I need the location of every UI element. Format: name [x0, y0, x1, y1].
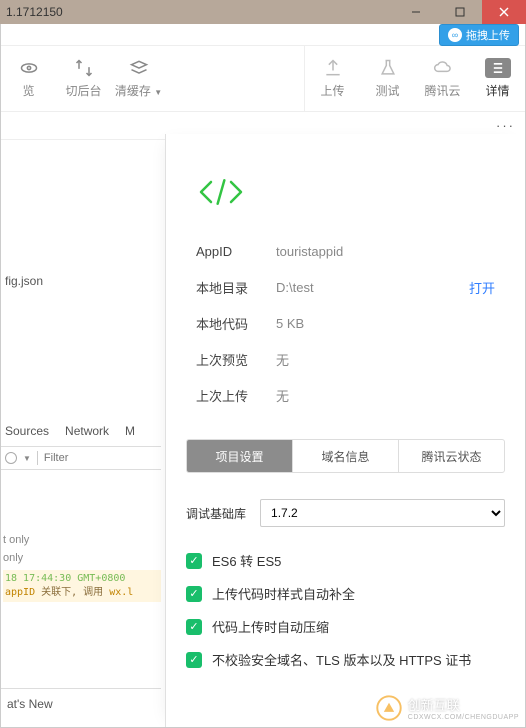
- base-library-row: 调试基础库 1.7.2: [166, 473, 525, 527]
- check-icon: ✓: [186, 586, 202, 602]
- file-item[interactable]: fig.json: [5, 274, 161, 288]
- meta-row-appid: AppID touristappid: [196, 233, 495, 269]
- option-auto-compress[interactable]: ✓代码上传时自动压缩: [186, 617, 505, 636]
- console-output: t only only 18 17:44:30 GMT+0800 appID 关…: [1, 534, 161, 602]
- chevron-down-icon[interactable]: ▼: [23, 454, 31, 463]
- tab-domain-info[interactable]: 域名信息: [293, 440, 399, 472]
- devtools-tabs: Sources Network M: [1, 424, 161, 438]
- overflow-icon[interactable]: ···: [496, 118, 515, 133]
- console-toolbar: ▼: [1, 446, 161, 470]
- meta-row-lastpreview: 上次预览 无: [196, 341, 495, 377]
- option-es6[interactable]: ✓ES6 转 ES5: [186, 551, 505, 570]
- tab-sources[interactable]: Sources: [5, 424, 49, 438]
- check-icon: ✓: [186, 619, 202, 635]
- upload-icon: [323, 58, 343, 78]
- drag-upload-label: 拖拽上传: [466, 27, 510, 43]
- window-title: 1.1712150: [6, 5, 63, 19]
- project-options: ✓ES6 转 ES5 ✓上传代码时样式自动补全 ✓代码上传时自动压缩 ✓不校验安…: [166, 527, 525, 693]
- check-icon: ✓: [186, 652, 202, 668]
- toolbar-tencent-cloud[interactable]: 腾讯云: [415, 46, 470, 111]
- cloud-icon: [433, 58, 453, 78]
- toolbar-background[interactable]: 切后台: [56, 46, 111, 111]
- separator: [37, 451, 38, 465]
- project-meta: AppID touristappid 本地目录 D:\test 打开 本地代码 …: [166, 223, 525, 423]
- console-line: only: [3, 552, 161, 564]
- watermark-brand: 创新互联: [408, 695, 519, 714]
- watermark-sub: CDXWCX.COM/CHENGDUAPP: [408, 714, 519, 721]
- chevron-down-icon: ▼: [154, 88, 162, 97]
- watermark: 创新互联 CDXWCX.COM/CHENGDUAPP: [376, 695, 519, 721]
- filter-input[interactable]: [44, 452, 134, 464]
- meta-row-localcode: 本地代码 5 KB: [196, 305, 495, 341]
- main-toolbar: 览 切后台 清缓存 ▼ 上传 测试 腾讯云: [1, 46, 525, 112]
- tab-cloud-status[interactable]: 腾讯云状态: [399, 440, 504, 472]
- drag-upload-button[interactable]: ∞ 拖拽上传: [439, 24, 519, 46]
- cloud-icon: ∞: [448, 28, 462, 42]
- flask-icon: [378, 58, 398, 78]
- menu-icon: [485, 58, 511, 78]
- open-folder-link[interactable]: 打开: [469, 278, 495, 297]
- eye-icon: [19, 58, 39, 78]
- title-bar: 1.1712150: [0, 0, 526, 24]
- tab-project-settings[interactable]: 项目设置: [187, 440, 293, 472]
- check-icon: ✓: [186, 553, 202, 569]
- layers-icon: [129, 58, 149, 78]
- toolbar-clear-cache[interactable]: 清缓存 ▼: [111, 46, 166, 111]
- tab-more[interactable]: M: [125, 424, 135, 438]
- toolbar-test[interactable]: 测试: [360, 46, 415, 111]
- meta-row-lastupload: 上次上传 无: [196, 377, 495, 413]
- whats-new[interactable]: at's New: [1, 688, 161, 719]
- detail-panel: AppID touristappid 本地目录 D:\test 打开 本地代码 …: [165, 134, 525, 727]
- swap-icon: [74, 58, 94, 78]
- code-logo: [166, 134, 525, 223]
- record-icon[interactable]: [5, 452, 17, 464]
- console-warning: 18 17:44:30 GMT+0800 appID 关联下, 调用 wx.l: [3, 570, 161, 602]
- meta-row-localdir: 本地目录 D:\test 打开: [196, 269, 495, 305]
- console-line: t only: [3, 534, 161, 546]
- tab-network[interactable]: Network: [65, 424, 109, 438]
- close-button[interactable]: [482, 0, 526, 24]
- option-no-verify[interactable]: ✓不校验安全域名、TLS 版本以及 HTTPS 证书: [186, 650, 505, 669]
- toolbar-upload[interactable]: 上传: [305, 46, 360, 111]
- maximize-button[interactable]: [438, 0, 482, 24]
- toolbar-preview[interactable]: 览: [1, 46, 56, 111]
- minimize-button[interactable]: [394, 0, 438, 24]
- base-library-label: 调试基础库: [186, 505, 246, 522]
- watermark-logo-icon: [376, 695, 402, 721]
- base-library-select[interactable]: 1.7.2: [260, 499, 505, 527]
- settings-tabs: 项目设置 域名信息 腾讯云状态: [186, 439, 505, 473]
- option-style-autocomplete[interactable]: ✓上传代码时样式自动补全: [186, 584, 505, 603]
- toolbar-detail[interactable]: 详情: [470, 46, 525, 111]
